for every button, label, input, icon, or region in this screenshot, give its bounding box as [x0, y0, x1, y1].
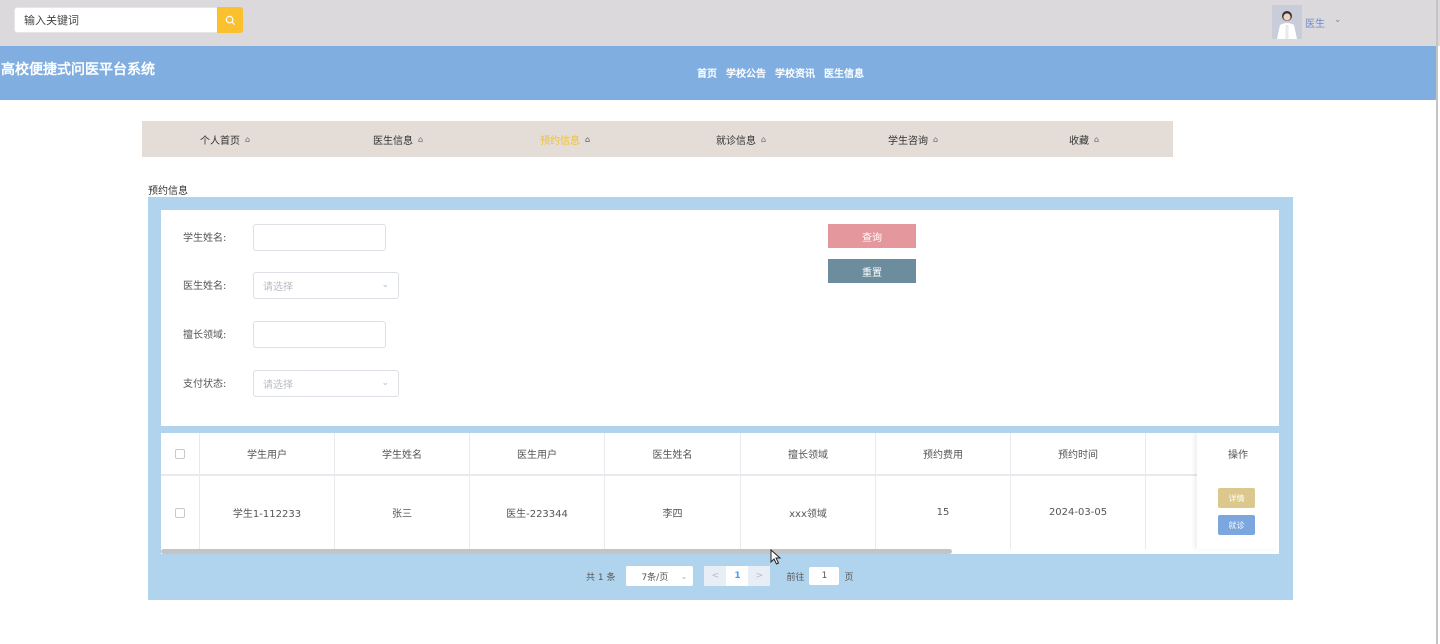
table-horizontal-scrollbar[interactable] — [161, 549, 952, 554]
table-cell: 张三 — [335, 476, 470, 549]
appointment-table: 学生用户 学生姓名 医生用户 医生姓名 擅长领域 预约费用 预约时间 学生1-1… — [161, 433, 1279, 554]
nav-school-notice[interactable]: 学校公告 — [726, 65, 766, 80]
table-cell: xxx领域 — [741, 476, 876, 549]
detail-button[interactable]: 详情 — [1218, 488, 1255, 508]
col-header: 预约费用 — [876, 433, 1011, 474]
home-icon: ⌂ — [761, 134, 767, 144]
subnav-item-visit[interactable]: 就诊信息 ⌂ — [716, 121, 766, 157]
row-select-cell — [161, 476, 200, 549]
home-icon: ⌂ — [933, 134, 939, 144]
pagination: 共 1 条 7条/页 ⌄ < 1 > 前往 1 页 — [586, 566, 853, 586]
filter-form: 学生姓名: 医生姓名: 请选择 ⌄ 擅长领域: 支付状态: 请选择 ⌄ 查询 重… — [161, 210, 1279, 426]
sub-nav: 个人首页 ⌂ 医生信息 ⌂ 预约信息 ⌂ 就诊信息 ⌂ 学生咨询 ⌂ 收藏 ⌂ — [142, 121, 1173, 157]
nav-home[interactable]: 首页 — [697, 65, 717, 80]
chevron-down-icon: ⌄ — [381, 280, 389, 290]
table-cell: 15 — [876, 476, 1011, 549]
col-header: 医生用户 — [470, 433, 605, 474]
top-bar: 输入关键词 医生 ⌄ — [0, 0, 1440, 46]
site-title: 高校便捷式问医平台系统 — [1, 62, 155, 78]
doctor-name-placeholder: 请选择 — [263, 282, 293, 293]
user-menu-name[interactable]: 医生 — [1305, 15, 1325, 30]
site-header: 高校便捷式问医平台系统 首页 学校公告 学校资讯 医生信息 — [0, 46, 1436, 100]
pay-status-label: 支付状态: — [183, 379, 227, 390]
ops-header: 操作 — [1228, 450, 1248, 461]
goto-prefix: 前往 — [786, 572, 805, 583]
subnav-item-consult[interactable]: 学生咨询 ⌂ — [888, 121, 938, 157]
student-name-label: 学生姓名: — [183, 233, 227, 244]
col-header: 学生用户 — [200, 433, 335, 474]
col-header: 预约时间 — [1011, 433, 1146, 474]
page-size-value: 7条/页 — [641, 572, 669, 583]
page-size-select[interactable]: 7条/页 ⌄ — [626, 566, 694, 586]
goto-suffix: 页 — [844, 572, 854, 583]
home-icon: ⌂ — [418, 134, 424, 144]
nav-doctor-info[interactable]: 医生信息 — [824, 65, 864, 80]
query-button[interactable]: 查询 — [828, 224, 916, 248]
pagination-total: 共 1 条 — [586, 572, 616, 583]
doctor-name-label: 医生姓名: — [183, 281, 227, 292]
search-input[interactable]: 输入关键词 — [14, 7, 217, 33]
search-button[interactable] — [217, 7, 243, 33]
prev-page-button[interactable]: < — [704, 566, 727, 586]
col-header: 医生姓名 — [605, 433, 741, 474]
page-scrollbar[interactable] — [1436, 0, 1438, 644]
subnav-item-label: 医生信息 — [373, 135, 413, 147]
section-title: 预约信息 — [148, 186, 188, 197]
subnav-item-doctor[interactable]: 医生信息 ⌂ — [373, 121, 423, 157]
doctor-avatar-icon — [1272, 5, 1302, 39]
subnav-item-appointment[interactable]: 预约信息 ⌂ — [540, 121, 590, 157]
specialty-input[interactable] — [253, 321, 386, 348]
nav-school-news[interactable]: 学校资讯 — [775, 65, 815, 80]
col-header: 擅长领域 — [741, 433, 876, 474]
subnav-item-label: 学生咨询 — [888, 135, 928, 147]
table-cell: 学生1-112233 — [200, 476, 335, 549]
subnav-item-label: 就诊信息 — [716, 135, 756, 147]
search-icon — [225, 15, 235, 25]
search-placeholder: 输入关键词 — [24, 14, 79, 27]
home-icon: ⌂ — [585, 134, 591, 144]
student-name-input[interactable] — [253, 224, 386, 251]
chevron-down-icon: ⌄ — [381, 378, 389, 388]
mouse-cursor-icon — [770, 549, 782, 565]
goto-page-input[interactable]: 1 — [809, 567, 840, 585]
doctor-name-select[interactable]: 请选择 ⌄ — [253, 272, 399, 299]
avatar[interactable] — [1272, 5, 1302, 39]
subnav-item-label: 个人首页 — [200, 135, 240, 147]
ops-column: 操作 详情 就诊 — [1197, 433, 1279, 549]
home-icon: ⌂ — [245, 134, 251, 144]
pay-status-select[interactable]: 请选择 ⌄ — [253, 370, 399, 397]
table-cell: 李四 — [605, 476, 741, 549]
subnav-item-label: 收藏 — [1069, 135, 1089, 147]
chevron-down-icon[interactable]: ⌄ — [1334, 15, 1342, 25]
subnav-item-profile[interactable]: 个人首页 ⌂ — [200, 121, 250, 157]
select-all-cell — [161, 433, 200, 474]
col-header: 学生姓名 — [335, 433, 470, 474]
reset-button[interactable]: 重置 — [828, 259, 916, 283]
select-all-checkbox[interactable] — [175, 448, 185, 459]
subnav-item-favorites[interactable]: 收藏 ⌂ — [1069, 121, 1099, 157]
next-page-button[interactable]: > — [748, 566, 771, 586]
specialty-label: 擅长领域: — [183, 330, 227, 341]
pay-status-placeholder: 请选择 — [263, 380, 293, 391]
chevron-down-icon: ⌄ — [680, 571, 688, 581]
subnav-item-label: 预约信息 — [540, 135, 580, 147]
page-number-current[interactable]: 1 — [726, 566, 749, 586]
chevron-right-icon: > — [755, 571, 764, 581]
table-cell: 医生-223344 — [470, 476, 605, 549]
row-checkbox[interactable] — [175, 507, 185, 518]
visit-button[interactable]: 就诊 — [1218, 515, 1255, 535]
chevron-left-icon: < — [711, 571, 720, 581]
home-icon: ⌂ — [1094, 134, 1100, 144]
table-cell: 2024-03-05 — [1011, 476, 1146, 549]
main-nav: 首页 学校公告 学校资讯 医生信息 — [697, 65, 864, 80]
